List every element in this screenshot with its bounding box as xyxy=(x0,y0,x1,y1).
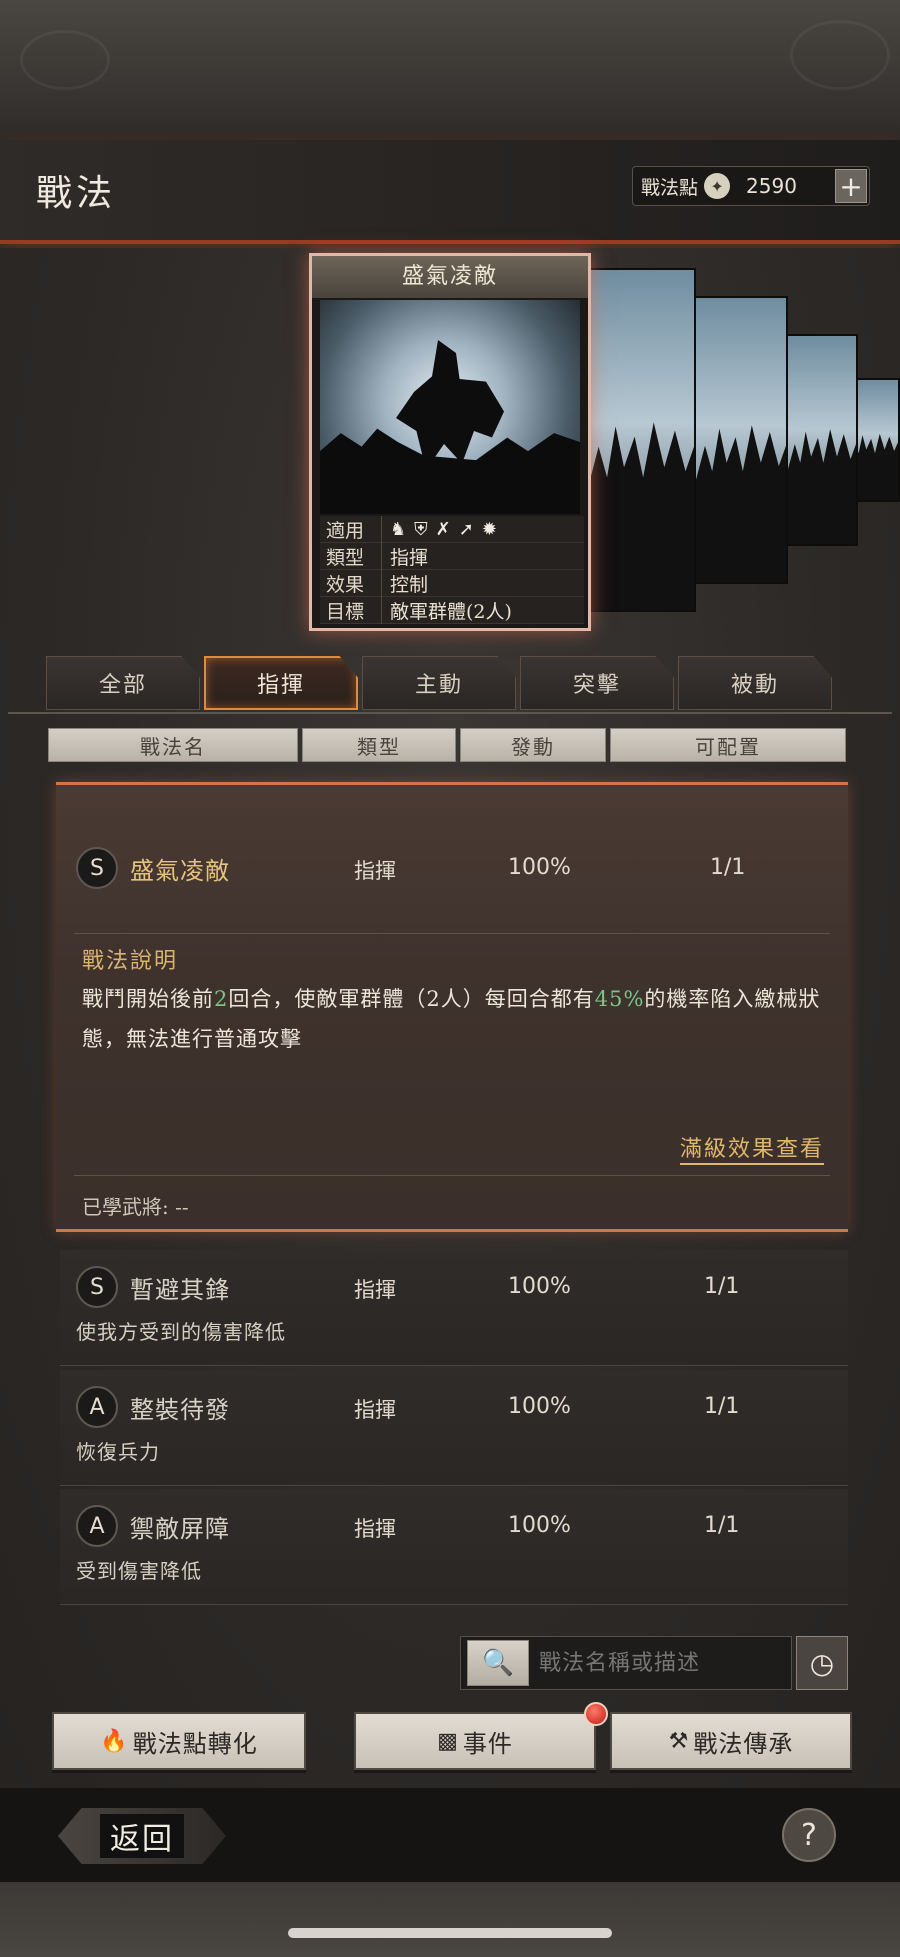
column-headers: 戰法名 類型 發動 可配置 xyxy=(48,728,846,762)
back-button[interactable]: 返回 xyxy=(58,1808,226,1864)
column-header-trigger[interactable]: 發動 xyxy=(460,728,606,762)
tactic-name: 禦敵屏障 xyxy=(130,1514,230,1543)
tab-command[interactable]: 指揮 xyxy=(204,656,358,710)
divider xyxy=(74,1175,830,1176)
tactic-points-value: 2590 xyxy=(746,174,797,198)
search-input[interactable] xyxy=(539,1650,779,1676)
max-level-effect-link[interactable]: 滿級效果查看 xyxy=(679,1131,824,1165)
add-points-button[interactable]: + xyxy=(835,169,867,203)
divider xyxy=(74,933,830,934)
page-header: 戰法 戰法點 ✦ 2590 + xyxy=(0,140,900,244)
tactic-slots: 1/1 xyxy=(710,855,746,880)
tactic-points-box: 戰法點 ✦ 2590 + xyxy=(632,166,870,206)
tab-active[interactable]: 主動 xyxy=(362,656,516,710)
list-item[interactable]: A 禦敵屏障 指揮 100% 1/1 受到傷害降低 xyxy=(60,1489,848,1605)
tactic-slots: 1/1 xyxy=(704,1513,740,1538)
card-artwork xyxy=(320,300,580,514)
tab-all[interactable]: 全部 xyxy=(46,656,200,710)
description-title: 戰法說明 xyxy=(82,949,179,974)
tactic-point-coin-icon: ✦ xyxy=(704,173,731,199)
grade-badge: A xyxy=(76,1386,118,1428)
tactic-summary: 受到傷害降低 xyxy=(76,1559,202,1583)
tactic-type: 指揮 xyxy=(354,1517,396,1541)
column-header-assignable[interactable]: 可配置 xyxy=(610,728,846,762)
help-icon[interactable]: ? xyxy=(782,1808,836,1862)
tactic-rate: 100% xyxy=(508,855,571,880)
card-row-type: 類型 指揮 xyxy=(320,542,584,570)
selected-tactic-card[interactable]: 盛氣凌敵 適用 ♞ ⛨ ✗ ➚ ✹ 類型 指揮 效果 控制 目標 敵軍群體(2人) xyxy=(309,253,591,631)
top-decorative-band xyxy=(0,0,900,140)
expanded-tactic-item[interactable]: S 盛氣凌敵 指揮 100% 1/1 戰法說明 戰鬥開始後前2回合，使敵軍群體（… xyxy=(56,782,848,1232)
bow-icon: ✗ xyxy=(435,519,451,540)
spear-icon: ➚ xyxy=(458,519,474,540)
learned-generals: 已學武將: -- xyxy=(82,1195,189,1219)
cavalry-icon: ♞ xyxy=(390,519,407,540)
card-row-target: 目標 敵軍群體(2人) xyxy=(320,596,584,624)
list-item[interactable]: S 暫避其鋒 指揮 100% 1/1 使我方受到的傷害降低 xyxy=(60,1250,848,1366)
flame-icon: 🔥 xyxy=(100,1728,129,1754)
grade-badge: A xyxy=(76,1505,118,1547)
tactic-rate: 100% xyxy=(508,1513,571,1538)
card-row-effect: 效果 控制 xyxy=(320,569,584,597)
stacked-card[interactable] xyxy=(786,334,858,546)
hammer-icon: ⚒ xyxy=(668,1728,690,1754)
convert-points-button[interactable]: 🔥 戰法點轉化 xyxy=(52,1712,306,1770)
tab-assault[interactable]: 突擊 xyxy=(520,656,674,710)
tactic-name: 盛氣凌敵 xyxy=(130,856,230,885)
inherit-tactic-button[interactable]: ⚒ 戰法傳承 xyxy=(610,1712,852,1770)
tactic-type: 指揮 xyxy=(354,859,396,883)
notification-dot xyxy=(584,1702,608,1726)
tactic-description: 戰鬥開始後前2回合，使敵軍群體（2人）每回合都有45%的機率陷入繳械狀態，無法進… xyxy=(82,987,821,1051)
wheel-icon: ✹ xyxy=(481,519,497,540)
page-title: 戰法 xyxy=(36,173,117,214)
tab-divider xyxy=(8,712,892,714)
tactic-type: 指揮 xyxy=(354,1278,396,1302)
alert-box-icon: ▩ xyxy=(437,1728,459,1754)
tactic-type: 指揮 xyxy=(354,1398,396,1422)
tactic-points-label: 戰法點 xyxy=(641,176,699,199)
card-info: 適用 ♞ ⛨ ✗ ➚ ✹ 類型 指揮 效果 控制 目標 敵軍群體(2人) xyxy=(320,515,584,624)
grade-badge: S xyxy=(76,847,118,889)
search-bar: 🔍 xyxy=(460,1636,792,1690)
card-title: 盛氣凌敵 xyxy=(312,256,588,298)
tactic-name: 暫避其鋒 xyxy=(130,1275,230,1304)
home-indicator[interactable] xyxy=(288,1928,612,1938)
search-icon[interactable]: 🔍 xyxy=(467,1640,529,1686)
tactic-filter-tabs: 全部 指揮 主動 突擊 被動 xyxy=(46,656,866,712)
list-item[interactable]: A 整裝待發 指揮 100% 1/1 恢復兵力 xyxy=(60,1370,848,1486)
stacked-card[interactable] xyxy=(586,268,696,612)
tactic-rate: 100% xyxy=(508,1394,571,1419)
tactic-slots: 1/1 xyxy=(704,1394,740,1419)
events-button[interactable]: ▩ 事件 xyxy=(354,1712,596,1770)
tactic-summary: 使我方受到的傷害降低 xyxy=(76,1320,286,1344)
column-header-type[interactable]: 類型 xyxy=(302,728,456,762)
tactic-rate: 100% xyxy=(508,1274,571,1299)
card-row-applicable: 適用 ♞ ⛨ ✗ ➚ ✹ xyxy=(320,515,584,543)
tab-passive[interactable]: 被動 xyxy=(678,656,832,710)
tactic-summary: 恢復兵力 xyxy=(76,1440,160,1464)
shield-icon: ⛨ xyxy=(414,519,428,540)
tactic-slots: 1/1 xyxy=(704,1274,740,1299)
stacked-card[interactable] xyxy=(694,296,788,584)
grade-badge: S xyxy=(76,1266,118,1308)
bottom-decorative-band xyxy=(0,1882,900,1957)
column-header-name[interactable]: 戰法名 xyxy=(48,728,298,762)
history-clock-icon[interactable]: ◷ xyxy=(796,1636,848,1690)
tactic-name: 整裝待發 xyxy=(130,1395,230,1424)
